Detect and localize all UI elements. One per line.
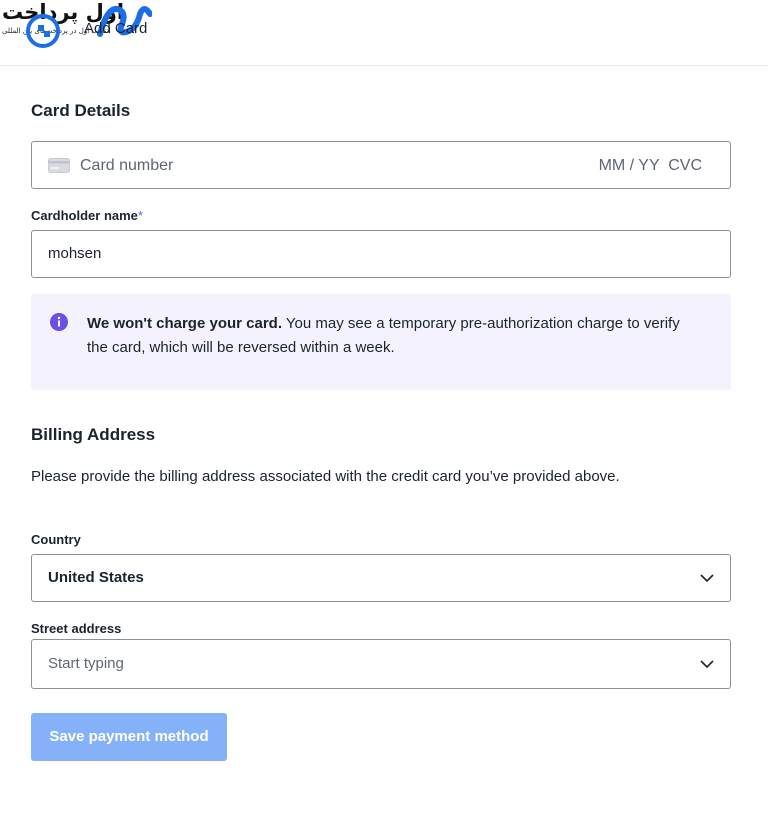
country-selected-value: United States	[48, 569, 144, 586]
page-header: اول پرداخت انتخاب اول در پرداخت‌های بین …	[0, 0, 768, 66]
cardholder-label-text: Cardholder name	[31, 208, 138, 223]
notice-bold-text: We won't charge your card.	[87, 315, 282, 332]
card-number-field[interactable]: Card number MM / YY CVC	[31, 141, 731, 189]
street-address-label: Street address	[31, 621, 122, 636]
chevron-down-icon	[700, 660, 714, 669]
card-number-placeholder: Card number	[80, 157, 174, 174]
billing-address-heading: Billing Address	[31, 425, 156, 444]
pre-authorization-notice: We won't charge your card. You may see a…	[31, 294, 731, 390]
country-label: Country	[31, 532, 81, 547]
expiry-cvc-placeholder[interactable]: MM / YY CVC	[599, 157, 702, 175]
credit-card-icon	[48, 158, 70, 173]
country-select[interactable]: United States	[31, 554, 731, 602]
cardholder-name-input[interactable]: mohsen	[31, 230, 731, 278]
card-details-heading: Card Details	[31, 101, 131, 120]
notice-text: We won't charge your card. You may see a…	[87, 312, 687, 360]
street-address-placeholder: Start typing	[48, 655, 124, 672]
billing-description: Please provide the billing address assoc…	[31, 468, 620, 485]
required-asterisk: *	[137, 208, 143, 223]
street-address-input[interactable]: Start typing	[31, 639, 731, 689]
save-payment-method-button[interactable]: Save payment method	[31, 713, 227, 761]
info-icon	[50, 313, 68, 331]
cardholder-name-value: mohsen	[48, 245, 102, 262]
chevron-down-icon	[700, 574, 714, 583]
logo-disc-icon	[26, 14, 60, 48]
cardholder-label: Cardholder name*	[31, 208, 143, 223]
page-title: Add Card	[84, 20, 148, 37]
